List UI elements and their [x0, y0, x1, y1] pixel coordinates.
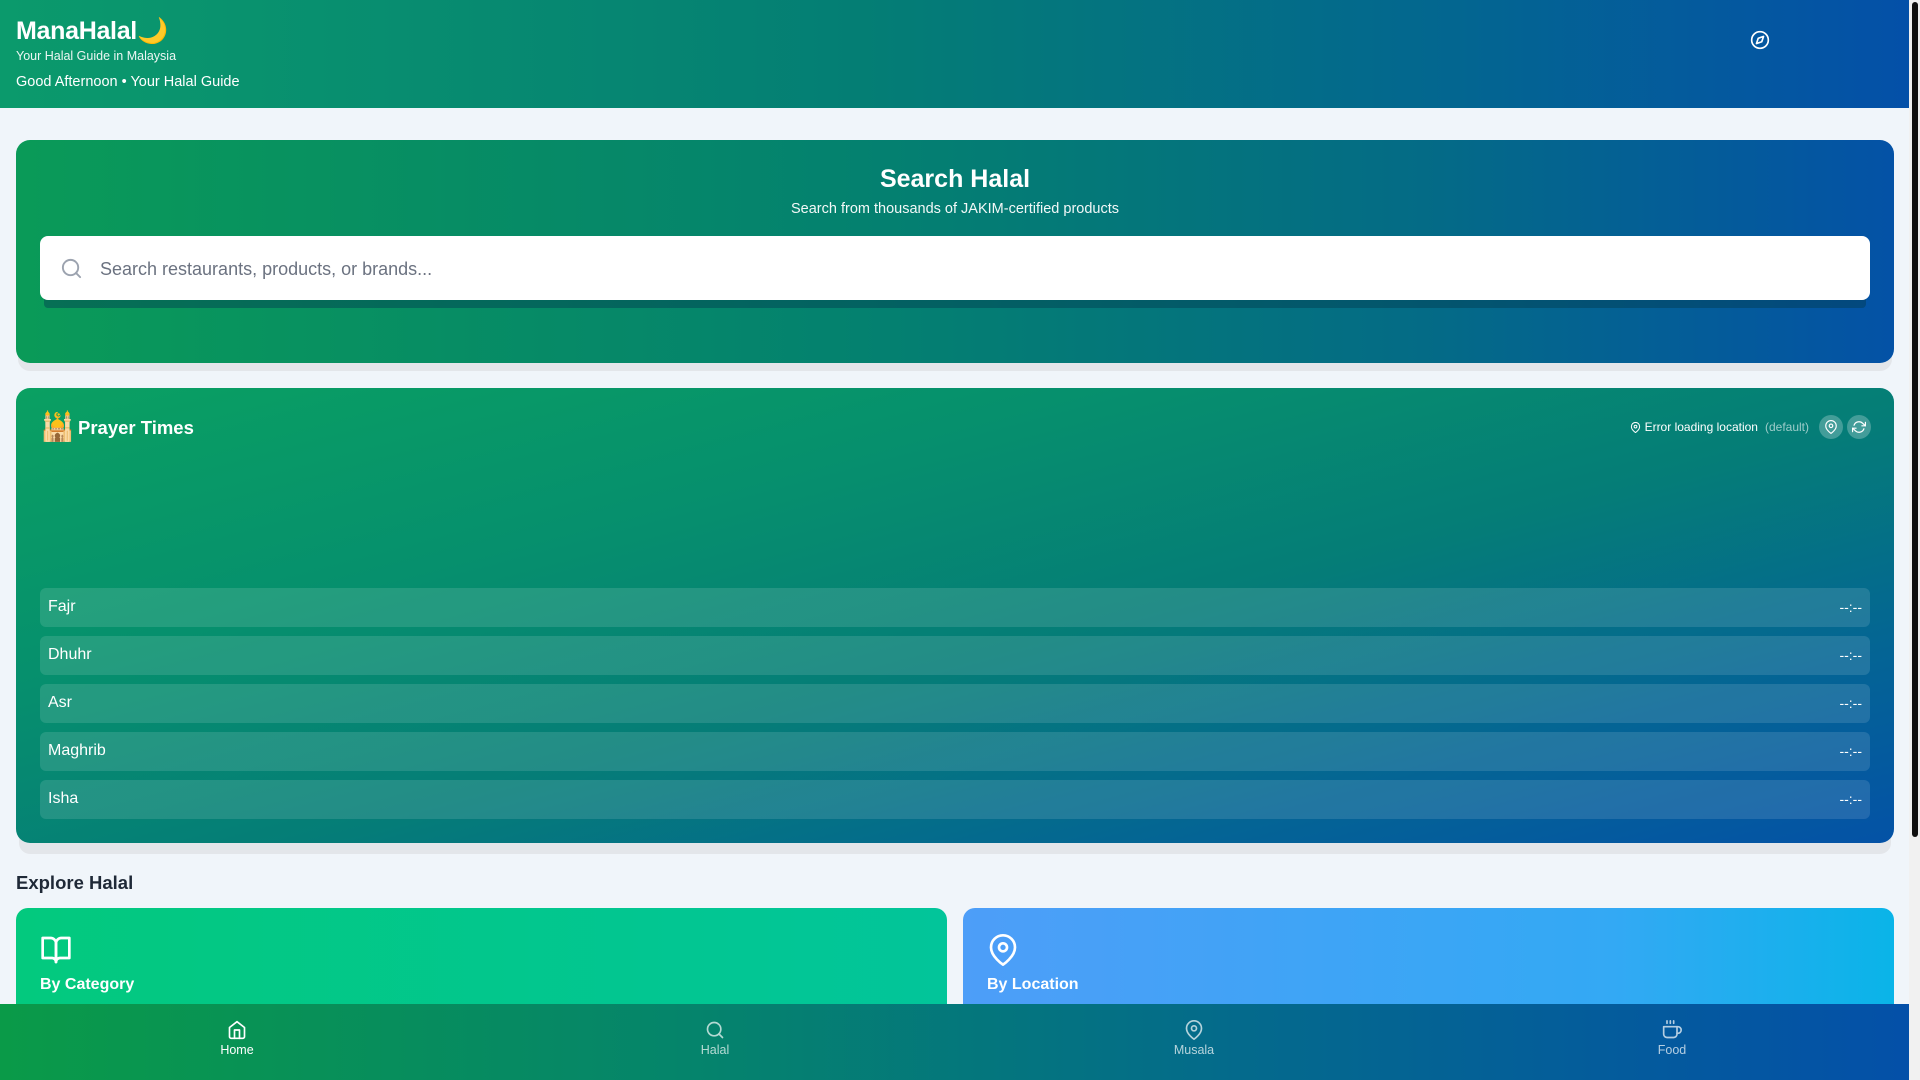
- nav-item-food[interactable]: Food: [1612, 1016, 1732, 1057]
- prayer-name: Isha: [48, 790, 79, 807]
- search-icon: [61, 258, 82, 279]
- prayer-time: --:--: [1839, 695, 1862, 711]
- prayer-row-dhuhr: Dhuhr --:--: [40, 636, 1870, 675]
- tile-label: By Category: [40, 976, 135, 993]
- book-open-icon: [41, 936, 71, 964]
- prayer-row-isha: Isha --:--: [40, 780, 1870, 819]
- nav-label: Halal: [700, 1043, 730, 1057]
- mosque-icon: 🕌: [40, 411, 75, 442]
- prayer-name: Dhuhr: [48, 646, 92, 663]
- greeting-text: Good Afternoon • Your Halal Guide: [16, 74, 240, 90]
- prayer-name: Asr: [48, 694, 72, 711]
- prayer-time: --:--: [1839, 599, 1862, 615]
- app-brand[interactable]: ManaHalal🌙: [16, 17, 168, 46]
- nav-item-home[interactable]: Home: [177, 1016, 297, 1057]
- prayer-name: Maghrib: [48, 742, 106, 759]
- app-tagline: Your Halal Guide in Malaysia: [16, 49, 177, 63]
- search-subtitle: Search from thousands of JAKIM-certified…: [790, 201, 1119, 217]
- search-card: Search Halal Search from thousands of JA…: [16, 140, 1894, 363]
- refresh-button[interactable]: [1847, 415, 1871, 439]
- prayer-row-fajr: Fajr --:--: [40, 588, 1870, 627]
- prayer-row-asr: Asr --:--: [40, 684, 1870, 723]
- nav-item-halal[interactable]: Halal: [655, 1016, 775, 1057]
- prayer-time: --:--: [1839, 743, 1862, 759]
- prayer-name: Fajr: [48, 598, 76, 615]
- location-status-text: Error loading location: [1644, 420, 1758, 434]
- nav-label: Musala: [1173, 1043, 1215, 1057]
- tile-label: By Location: [987, 976, 1079, 993]
- prayer-row-maghrib: Maghrib --:--: [40, 732, 1870, 771]
- search-input[interactable]: [98, 244, 1852, 294]
- nav-item-musala[interactable]: Musala: [1134, 1016, 1254, 1057]
- compass-icon[interactable]: [1750, 30, 1770, 50]
- prayer-time: --:--: [1839, 791, 1862, 807]
- map-pin-icon: [1185, 1020, 1203, 1040]
- prayer-times-title: Prayer Times: [78, 417, 194, 438]
- location-pin-icon: [1630, 421, 1640, 433]
- search-box[interactable]: [40, 236, 1870, 300]
- prayer-time: --:--: [1839, 647, 1862, 663]
- location-status: Error loading location (default): [1630, 420, 1809, 434]
- map-pin-icon: [1825, 420, 1837, 434]
- search-title: Search Halal: [879, 165, 1031, 193]
- scrollbar-thumb[interactable]: [1912, 2, 1918, 837]
- refresh-icon: [1852, 421, 1866, 433]
- use-location-button[interactable]: [1819, 415, 1843, 439]
- nav-label: Home: [220, 1043, 254, 1057]
- nav-label: Food: [1657, 1043, 1687, 1057]
- home-icon: [228, 1020, 246, 1040]
- map-pin-icon: [989, 934, 1017, 966]
- coffee-icon: [1662, 1020, 1682, 1039]
- location-default-label: (default): [1764, 420, 1809, 434]
- prayer-times-card: 🕌 Prayer Times Error loading location (d…: [16, 388, 1894, 843]
- explore-section-title: Explore Halal: [16, 872, 134, 893]
- search-icon: [706, 1021, 724, 1039]
- bottom-nav: Home Halal Musala Food: [0, 1004, 1909, 1080]
- app-header: ManaHalal🌙 Your Halal Guide in Malaysia …: [0, 0, 1909, 108]
